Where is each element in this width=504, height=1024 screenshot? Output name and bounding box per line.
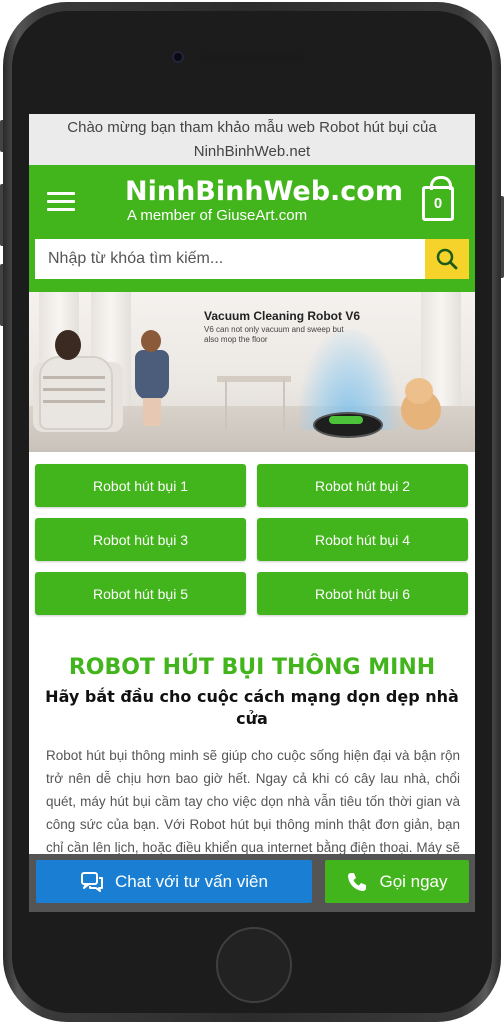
call-button[interactable]: Gọi ngay: [325, 860, 469, 903]
logo-sub-text: A member of GiuseArt.com: [127, 207, 308, 224]
call-button-label: Gọi ngay: [379, 871, 448, 891]
category-button[interactable]: Robot hút bụi 1: [35, 464, 246, 507]
front-camera: [172, 51, 184, 63]
speaker-grille: [200, 55, 304, 61]
child-figure: [135, 350, 169, 400]
phone-screen: Chào mừng bạn tham khảo mẫu web Robot hú…: [29, 114, 475, 912]
banner-subtitle: V6 can not only vacuum and sweep but als…: [204, 325, 344, 344]
search-button[interactable]: [425, 239, 469, 279]
woman-figure: [39, 356, 113, 430]
welcome-notice-line1: Chào mừng bạn tham khảo mẫu web Robot hú…: [67, 119, 437, 136]
menu-icon[interactable]: [47, 192, 75, 212]
search-input[interactable]: [35, 239, 425, 279]
category-button[interactable]: Robot hút bụi 3: [35, 518, 246, 561]
cart-count: 0: [433, 195, 443, 212]
logo-main-text: NinhBinhWeb.com: [125, 176, 403, 207]
phone-icon: [348, 872, 367, 891]
chat-button-label: Chat với tư vấn viên: [115, 871, 268, 891]
category-button[interactable]: Robot hút bụi 5: [35, 572, 246, 615]
home-button[interactable]: [216, 927, 292, 1003]
contact-bar: Chat với tư vấn viên Gọi ngay: [29, 854, 475, 912]
search-bar: [29, 236, 475, 292]
category-button[interactable]: Robot hút bụi 2: [257, 464, 468, 507]
section-headline: ROBOT HÚT BỤI THÔNG MINH: [68, 655, 436, 680]
chat-button[interactable]: Chat với tư vấn viên: [36, 860, 312, 903]
section-subheadline: Hãy bắt đầu cho cuộc cách mạng dọn dẹp n…: [45, 687, 459, 728]
banner-title: Vacuum Cleaning Robot V6: [204, 309, 361, 323]
category-button[interactable]: Robot hút bụi 4: [257, 518, 468, 561]
welcome-notice-line2: NinhBinhWeb.net: [193, 143, 311, 160]
site-header: NinhBinhWeb.com A member of GiuseArt.com…: [29, 165, 475, 236]
welcome-notice: Chào mừng bạn tham khảo mẫu web Robot hú…: [29, 114, 475, 165]
category-button[interactable]: Robot hút bụi 6: [257, 572, 468, 615]
chat-icon: [81, 871, 104, 892]
cart-icon[interactable]: 0: [422, 176, 454, 221]
search-icon: [436, 248, 458, 270]
hero-banner[interactable]: Vacuum Cleaning Robot V6 V6 can not only…: [29, 292, 475, 452]
site-logo[interactable]: NinhBinhWeb.com A member of GiuseArt.com: [125, 177, 403, 225]
